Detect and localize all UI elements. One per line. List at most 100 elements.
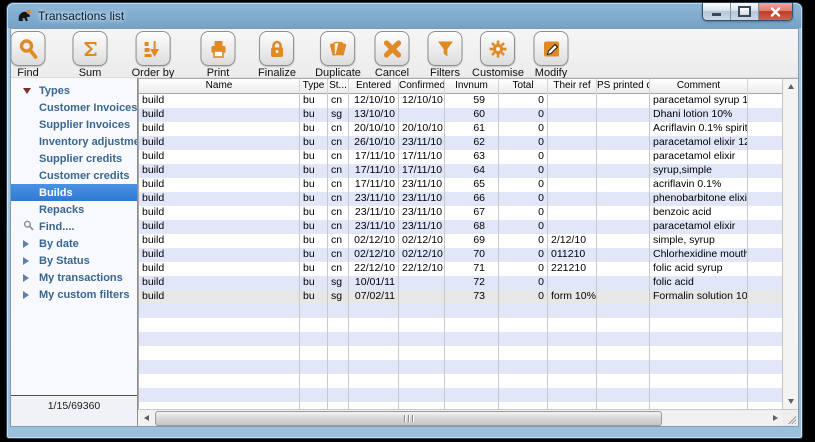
table-row[interactable]: buildbucn17/11/1017/11/10640syrup,simple [139, 164, 782, 178]
sidebar-item-by-status[interactable]: By Status [11, 252, 137, 269]
table-row[interactable]: buildbucn23/11/1023/11/10660phenobarbito… [139, 192, 782, 206]
cell-type: bu [300, 262, 328, 276]
minimize-button[interactable] [703, 3, 731, 20]
table-row-empty[interactable] [139, 402, 782, 409]
cell-ps-printed-dt [597, 346, 650, 360]
table-row[interactable]: buildbucn23/11/1023/11/10680paracetamol … [139, 220, 782, 234]
toolbar-button-customise[interactable]: Customise [472, 31, 524, 79]
table-row[interactable]: buildbucn20/10/1020/10/10610Acriflavin 0… [139, 122, 782, 136]
scroll-down-button[interactable] [784, 394, 798, 409]
toolbar-button-duplicate[interactable]: Duplicate [315, 31, 361, 79]
scroll-right-button[interactable] [767, 410, 783, 426]
maximize-button[interactable] [731, 3, 759, 20]
toolbar-button-print[interactable]: Print [201, 31, 236, 79]
cell-ps-printed-dt [597, 318, 650, 332]
cell-their-ref [548, 332, 597, 346]
cell-invnum: 73 [445, 290, 499, 304]
cell-st [328, 374, 349, 388]
resize-grip[interactable] [783, 410, 798, 426]
column-header-name[interactable]: Name [139, 79, 300, 94]
sidebar-item-types[interactable]: Types [11, 82, 137, 99]
cell-confirmed: 23/11/10 [399, 220, 445, 234]
cell-total [499, 304, 548, 318]
cell-st: sg [328, 290, 349, 304]
table-row-empty[interactable] [139, 346, 782, 360]
column-header-st[interactable]: St... [328, 79, 349, 94]
cell-entered: 23/11/10 [349, 220, 399, 234]
cell-their-ref [548, 192, 597, 206]
cell-name: build [139, 178, 300, 192]
sidebar-item-inventory-adjustments[interactable]: Inventory adjustments [11, 133, 137, 150]
cell-comment: acriflavin 0.1% [650, 178, 748, 192]
column-header-type[interactable]: Type [300, 79, 328, 94]
titlebar[interactable]: Transactions list [7, 3, 802, 28]
cell-type: bu [300, 276, 328, 290]
sidebar-item-supplier-invoices[interactable]: Supplier Invoices [11, 116, 137, 133]
sidebar-item-customer-credits[interactable]: Customer credits [11, 167, 137, 184]
table-row-empty[interactable] [139, 332, 782, 346]
close-button[interactable] [759, 3, 792, 20]
table-row[interactable]: buildbucn02/12/1002/12/10700011210Chlorh… [139, 248, 782, 262]
column-header-entered[interactable]: Entered [349, 79, 399, 94]
column-header-their-ref[interactable]: Their ref [548, 79, 597, 94]
cell-name [139, 360, 300, 374]
table-row-empty[interactable] [139, 388, 782, 402]
scroll-up-button[interactable] [784, 79, 798, 94]
column-header-invnum[interactable]: Invnum [445, 79, 499, 94]
cell-name [139, 388, 300, 402]
toolbar-button-finalize[interactable]: Finalize [258, 31, 296, 79]
table-row[interactable]: buildbucn17/11/1017/11/10630paracetamol … [139, 150, 782, 164]
table-row[interactable]: buildbucn22/12/1022/12/10710221210folic … [139, 262, 782, 276]
cell-their-ref [548, 276, 597, 290]
horizontal-scroll-track[interactable] [154, 410, 767, 426]
scroll-left-button[interactable] [138, 410, 154, 426]
sidebar-item-find[interactable]: Find.... [11, 218, 137, 235]
toolbar-button-order-by[interactable]: Order by [132, 31, 175, 79]
sidebar-item-repacks[interactable]: Repacks [11, 201, 137, 218]
sidebar-item-by-date[interactable]: By date [11, 235, 137, 252]
cell-their-ref: 221210 [548, 262, 597, 276]
table-row[interactable]: buildbucn26/10/1023/11/10620paracetamol … [139, 136, 782, 150]
toolbar-button-cancel[interactable]: Cancel [375, 31, 410, 79]
column-header-ps-printed-dt[interactable]: PS printed dt. [597, 79, 650, 94]
table-row[interactable]: buildbusg10/01/11720folic acid [139, 276, 782, 290]
table-row-empty[interactable] [139, 304, 782, 318]
toolbar-button-sum[interactable]: Sum [73, 31, 108, 79]
cell-ps-printed-dt [597, 136, 650, 150]
table-row[interactable]: buildbusg13/10/10600Dhani lotion 10% [139, 108, 782, 122]
column-header-total[interactable]: Total [499, 79, 548, 94]
toolbar-button-modify[interactable]: Modify [534, 31, 569, 79]
table-row-empty[interactable] [139, 374, 782, 388]
column-header-comment[interactable]: Comment [650, 79, 748, 94]
sidebar-item-my-transactions[interactable]: My transactions [11, 269, 137, 286]
table-row[interactable]: buildbucn17/11/1023/11/10650acriflavin 0… [139, 178, 782, 192]
sigma-icon [79, 38, 101, 60]
cell-confirmed [399, 388, 445, 402]
sidebar-item-supplier-credits[interactable]: Supplier credits [11, 150, 137, 167]
table-row[interactable]: buildbusg07/02/11730form 10%Formalin sol… [139, 290, 782, 304]
table-row[interactable]: buildbucn12/10/1012/10/10590paracetamol … [139, 94, 782, 108]
horizontal-scroll-thumb[interactable] [155, 411, 662, 426]
table-row-empty[interactable] [139, 318, 782, 332]
vertical-scrollbar[interactable] [782, 78, 798, 409]
table-row[interactable]: buildbucn02/12/1002/12/106902/12/10simpl… [139, 234, 782, 248]
toolbar-button-find[interactable]: Find [11, 31, 46, 79]
table-row[interactable]: buildbucn23/11/1023/11/10670benzoic acid [139, 206, 782, 220]
column-header-confirmed[interactable]: Confirmed [399, 79, 445, 94]
cell-their-ref [548, 304, 597, 318]
cell-confirmed [399, 290, 445, 304]
button-face [320, 31, 355, 66]
toolbar-button-filters[interactable]: Filters [428, 31, 463, 79]
cell-invnum: 72 [445, 276, 499, 290]
cell-ps-printed-dt [597, 108, 650, 122]
sidebar-item-my-custom-filters[interactable]: My custom filters [11, 286, 137, 303]
sidebar-item-builds[interactable]: Builds [11, 184, 137, 201]
cell-type: bu [300, 108, 328, 122]
table-row-empty[interactable] [139, 360, 782, 374]
horizontal-scrollbar[interactable] [138, 409, 798, 426]
cell-name [139, 304, 300, 318]
column-header-spacer [748, 79, 782, 94]
sidebar-item-customer-invoices[interactable]: Customer Invoices [11, 99, 137, 116]
cell-total: 0 [499, 178, 548, 192]
padlock-icon [266, 38, 288, 60]
